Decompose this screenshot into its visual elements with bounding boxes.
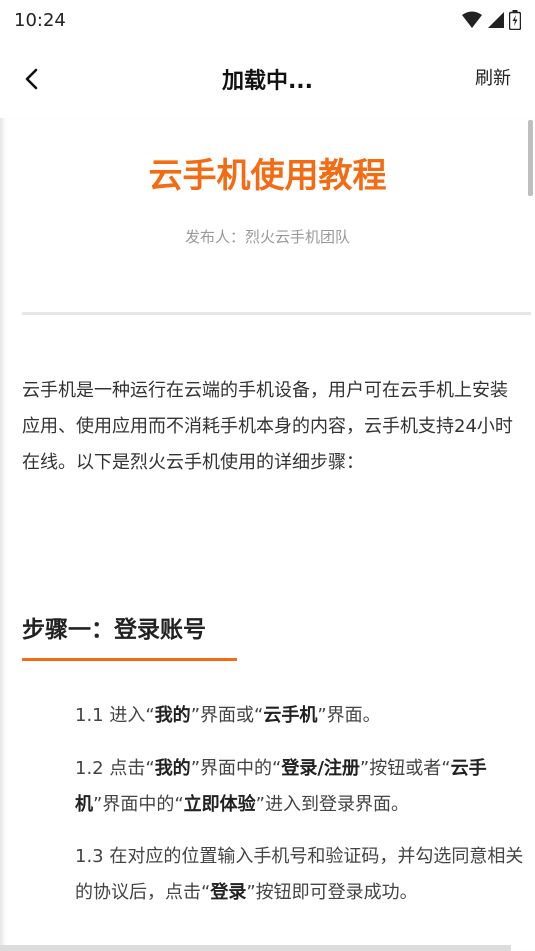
back-button[interactable] — [24, 56, 64, 102]
article-title: 云手机使用教程 — [148, 156, 387, 196]
step-1-2: 1.2 点击“我的”界面中的“登录/注册”按钮或者“云手机”界面中的“立即体验”… — [75, 758, 487, 815]
section-underline — [22, 658, 237, 661]
refresh-button[interactable]: 刷新 — [475, 64, 511, 90]
article-content: 云手机使用教程 发布人：烈火云手机团队 云手机是一种运行在云端的手机设备，用户可… — [0, 118, 535, 951]
page-title: 加载中... — [221, 69, 314, 94]
article-publisher: 发布人：烈火云手机团队 — [184, 228, 350, 246]
scrollbar[interactable] — [528, 120, 533, 196]
nav-bar: 加载中... 刷新 — [0, 40, 535, 118]
step-1-3: 1.3 在对应的位置输入手机号和验证码，并勾选同意相关的协议后，点击“登录”按钮… — [75, 846, 524, 903]
status-time: 10:24 — [14, 9, 66, 31]
bottom-scroll-indicator — [0, 945, 511, 951]
step-1-1: 1.1 进入“我的”界面或“云手机”界面。 — [75, 705, 381, 726]
status-icons — [461, 10, 521, 30]
chevron-left-icon — [25, 68, 38, 90]
wifi-icon — [462, 11, 482, 28]
status-bar: 10:24 — [0, 0, 535, 40]
battery-icon — [509, 10, 521, 30]
divider — [22, 312, 531, 315]
intro-paragraph: 云手机是一种运行在云端的手机设备，用户可在云手机上安装应用、使用应用而不消耗手机… — [22, 380, 513, 473]
section-heading: 步骤一：登录账号 — [22, 617, 206, 643]
signal-icon — [488, 12, 504, 28]
